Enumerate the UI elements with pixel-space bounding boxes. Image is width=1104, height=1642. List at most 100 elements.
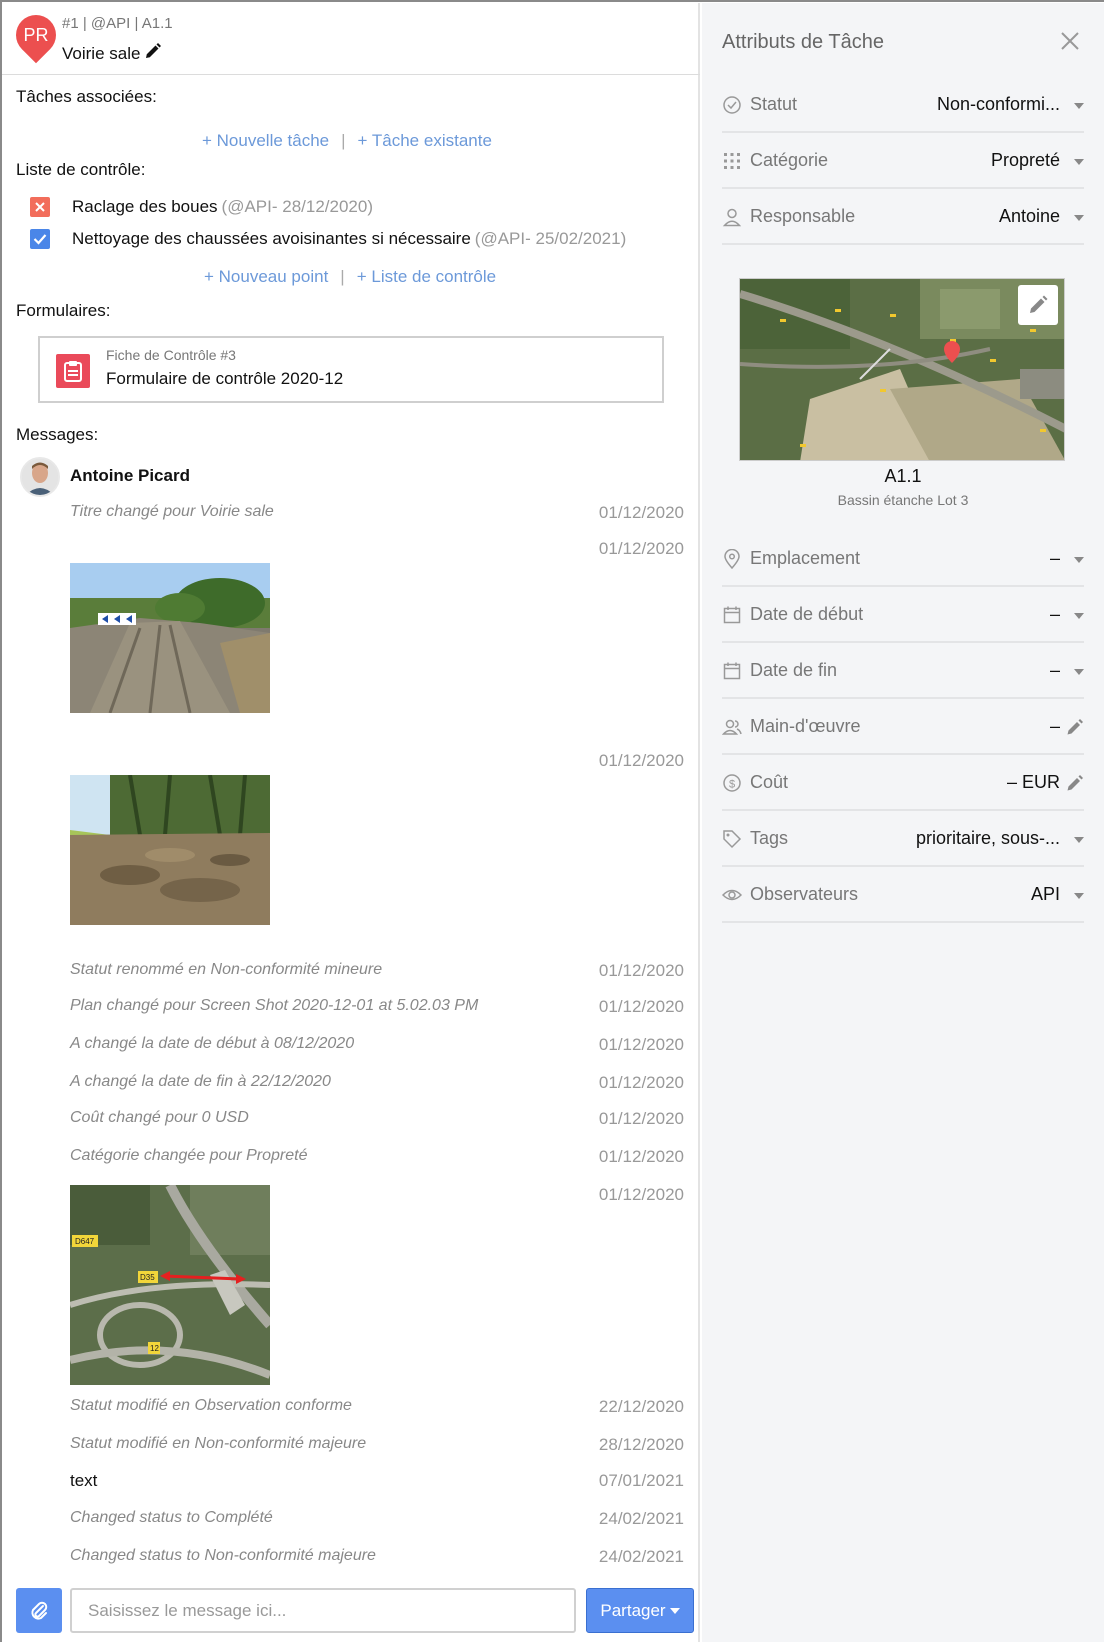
message-date: 24/02/2021: [598, 1509, 684, 1528]
message-date: 01/12/2020: [598, 1109, 684, 1128]
message-text: text: [70, 1471, 98, 1490]
tags-value[interactable]: prioritaire, sous-...: [916, 828, 1060, 849]
caret-down-icon: [669, 1607, 680, 1614]
observers-value[interactable]: API: [1031, 884, 1060, 905]
task-detail-panel: PR #1 | @API | A1.1 Voirie sale Tâches a…: [2, 3, 700, 1642]
users-icon: [722, 719, 742, 735]
tags-label: Tags: [750, 828, 789, 848]
chevron-down-icon[interactable]: [1074, 613, 1084, 619]
checklist-label: Liste de contrôle:: [16, 160, 146, 179]
new-task-link[interactable]: + Nouvelle tâche: [202, 131, 329, 151]
share-button[interactable]: Partager: [586, 1588, 694, 1633]
checklist-item[interactable]: Raclage des boues (@API- 28/12/2020): [30, 197, 373, 217]
chevron-down-icon[interactable]: [1074, 215, 1084, 221]
observers-field[interactable]: Observateurs API: [722, 867, 1084, 923]
labor-label: Main-d'œuvre: [750, 716, 861, 736]
message-input[interactable]: [70, 1588, 576, 1633]
muddy-field-photo[interactable]: [70, 774, 270, 925]
start-date-field[interactable]: Date de début –: [722, 587, 1084, 643]
status-field[interactable]: Statut Non-conformi...: [722, 77, 1084, 133]
message-date: 07/01/2021: [598, 1471, 684, 1490]
category-field[interactable]: Catégorie Propreté: [722, 133, 1084, 189]
checklist-item-text: Nettoyage des chaussées avoisinantes si …: [72, 229, 471, 248]
chevron-down-icon[interactable]: [1074, 557, 1084, 563]
end-date-field[interactable]: Date de fin –: [722, 643, 1084, 699]
plan-code: A1.1: [884, 466, 922, 486]
form-card-title: Formulaire de contrôle 2020-12: [106, 369, 344, 388]
chevron-down-icon[interactable]: [1074, 103, 1084, 109]
location-label: Emplacement: [750, 548, 861, 568]
message-composer: Partager: [2, 1578, 700, 1642]
checklist-item-text: Raclage des boues: [72, 197, 218, 216]
pin-initials: PR: [23, 25, 49, 45]
location-pin-icon: [724, 549, 740, 569]
pencil-icon[interactable]: [1066, 774, 1084, 792]
dollar-circle-icon: $: [723, 774, 741, 792]
checklist-item-meta: (@API- 28/12/2020): [221, 197, 373, 216]
form-card[interactable]: Fiche de Contrôle #3 Formulaire de contr…: [38, 336, 664, 403]
end-date-label: Date de fin: [750, 660, 838, 680]
failed-checkbox-icon[interactable]: [30, 197, 50, 217]
message-text: Titre changé pour Voirie sale: [70, 503, 274, 520]
checked-checkbox-icon[interactable]: [30, 229, 50, 249]
attributes-title: Attributs de Tâche: [722, 31, 884, 53]
assignee-label: Responsable: [750, 206, 856, 226]
start-date-value[interactable]: –: [1050, 604, 1060, 625]
category-value[interactable]: Propreté: [991, 150, 1060, 171]
status-value[interactable]: Non-conformi...: [937, 94, 1060, 115]
forms-label: Formulaires:: [16, 301, 111, 320]
clipboard-icon: [56, 354, 90, 388]
tag-icon: [723, 830, 742, 849]
plan-name: Bassin étanche Lot 3: [837, 492, 969, 508]
chevron-down-icon[interactable]: [1074, 893, 1084, 899]
chevron-down-icon[interactable]: [1074, 837, 1084, 843]
existing-task-link[interactable]: + Tâche existante: [358, 131, 492, 151]
checklist-item[interactable]: Nettoyage des chaussées avoisinantes si …: [30, 229, 626, 249]
close-icon[interactable]: [1058, 29, 1082, 53]
pencil-icon[interactable]: [1066, 718, 1084, 736]
task-header: PR #1 | @API | A1.1 Voirie sale: [2, 3, 700, 75]
location-field[interactable]: Emplacement –: [722, 531, 1084, 587]
new-point-link[interactable]: + Nouveau point: [204, 267, 328, 287]
location-value[interactable]: –: [1050, 548, 1060, 569]
message-text: Plan changé pour Screen Shot 2020-12-01 …: [70, 997, 479, 1014]
assignee-value[interactable]: Antoine: [999, 206, 1060, 227]
form-card-subtitle: Fiche de Contrôle #3: [106, 347, 236, 363]
message-date: 01/12/2020: [598, 997, 684, 1016]
muddy-road-photo[interactable]: [70, 563, 270, 714]
cost-value[interactable]: – EUR: [1007, 772, 1060, 793]
message-author: Antoine Picard: [70, 466, 190, 485]
message-text: Changed status to Complété: [70, 1509, 273, 1526]
chevron-down-icon[interactable]: [1074, 159, 1084, 165]
share-button-label: Partager: [600, 1600, 666, 1620]
cost-field[interactable]: $ Coût – EUR: [722, 755, 1084, 811]
plan-thumbnail[interactable]: [739, 278, 1065, 461]
checklist-link[interactable]: + Liste de contrôle: [357, 267, 496, 287]
link-separator: |: [340, 267, 345, 286]
message-text: A changé la date de fin à 22/12/2020: [70, 1073, 331, 1090]
edit-plan-button[interactable]: [1018, 285, 1058, 325]
aerial-label: D647: [75, 1237, 95, 1246]
task-title-row[interactable]: Voirie sale: [62, 42, 162, 65]
labor-field[interactable]: Main-d'œuvre –: [722, 699, 1084, 755]
attach-button[interactable]: [16, 1588, 62, 1633]
message-text: A changé la date de début à 08/12/2020: [70, 1035, 355, 1052]
labor-value[interactable]: –: [1050, 716, 1060, 737]
message-date: 01/12/2020: [598, 503, 684, 522]
tags-field[interactable]: Tags prioritaire, sous-...: [722, 811, 1084, 867]
calendar-icon: [723, 662, 741, 680]
grid-icon: [724, 153, 740, 169]
task-title[interactable]: Voirie sale: [62, 44, 140, 64]
message-date: 01/12/2020: [598, 1147, 684, 1166]
end-date-value[interactable]: –: [1050, 660, 1060, 681]
checklist-links: + Nouveau point | + Liste de contrôle: [204, 267, 496, 287]
aerial-map-photo[interactable]: D647 D35 12: [69, 1182, 274, 1385]
pencil-icon[interactable]: [144, 42, 162, 65]
chevron-down-icon[interactable]: [1074, 669, 1084, 675]
message-date: 01/12/2020: [598, 961, 684, 980]
check-circle-icon: [723, 96, 741, 114]
message-date: 01/12/2020: [598, 1035, 684, 1054]
pencil-icon: [1030, 295, 1048, 313]
task-meta: #1 | @API | A1.1: [62, 15, 173, 32]
assignee-field[interactable]: Responsable Antoine: [722, 189, 1084, 245]
